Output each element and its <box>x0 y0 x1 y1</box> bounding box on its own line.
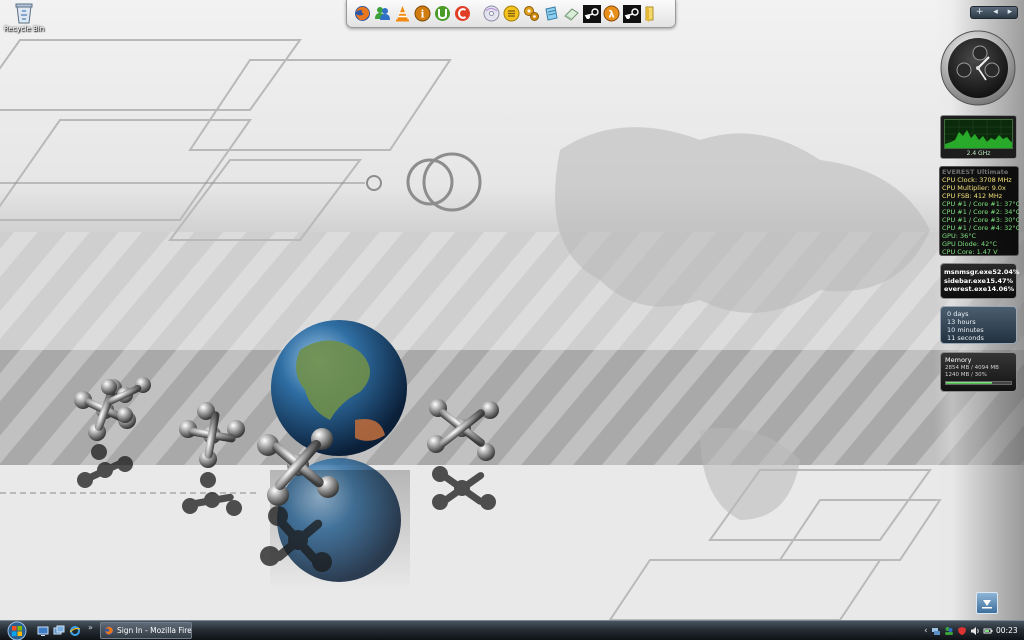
eraser-icon[interactable] <box>562 3 581 24</box>
uptime-seconds: 11 seconds <box>947 334 984 342</box>
cpu-meter-gadget[interactable]: 2.4 GHz <box>940 115 1017 159</box>
cpu-frequency-label: 2.4 GHz <box>966 150 991 157</box>
menu-icon[interactable] <box>502 3 521 24</box>
process-name: everest.exe <box>944 285 988 293</box>
top-processes-gadget[interactable]: msnmsgr.exe 52.04% sidebar.exe 15.47% ev… <box>940 263 1019 299</box>
everest-gadget[interactable]: EVEREST Ultimate CPU Clock: 3708 MHz CPU … <box>939 166 1021 256</box>
everest-sensor-line: CPU #1 / Core #1: 37°C <box>942 200 1021 208</box>
switch-windows-icon[interactable] <box>52 625 65 638</box>
process-row: sidebar.exe 15.47% <box>944 277 1013 286</box>
recycle-bin-icon <box>15 3 33 24</box>
folder-icon[interactable] <box>642 3 661 24</box>
process-percent: 15.47% <box>985 276 1014 285</box>
uptime-gadget[interactable]: 0 days 13 hours 10 minutes 11 seconds <box>940 306 1017 344</box>
internet-explorer-icon[interactable] <box>68 625 81 638</box>
everest-title: EVEREST Ultimate <box>942 168 1009 176</box>
quick-launch <box>36 624 81 638</box>
clock-gadget[interactable] <box>940 30 1016 106</box>
memory-title: Memory <box>945 356 972 364</box>
process-row: msnmsgr.exe 52.04% <box>944 268 1019 277</box>
shield-tray-icon[interactable] <box>957 626 967 636</box>
cpu-graph-screen <box>944 119 1013 149</box>
uptime-days: 0 days <box>947 310 969 318</box>
messenger-icon[interactable] <box>373 3 392 24</box>
everest-sensor-line: CPU #1 / Core #3: 30°C <box>942 216 1021 224</box>
process-name: msnmsgr.exe <box>944 268 993 276</box>
memory-usage-bar <box>945 381 1012 385</box>
next-gadget-button[interactable]: ▸ <box>1008 7 1013 18</box>
everest-sensor-line: CPU Core: 1.47 V <box>942 248 998 256</box>
memory-usage-fill <box>946 382 992 384</box>
uptime-minutes: 10 minutes <box>947 326 984 334</box>
info-icon[interactable]: i <box>413 3 432 24</box>
everest-sensor-line: GPU Diode: 42°C <box>942 240 998 248</box>
wallpaper <box>0 39 1024 620</box>
half-life-icon[interactable]: λ <box>602 3 621 24</box>
process-name: sidebar.exe <box>944 276 986 285</box>
system-tray: ‹ <box>924 621 993 640</box>
vlc-icon[interactable] <box>393 3 412 24</box>
add-gadget-button[interactable]: + <box>976 7 984 18</box>
prev-gadget-button[interactable]: ◂ <box>993 7 998 18</box>
sidebar-download-button[interactable] <box>976 592 998 614</box>
firefox-icon[interactable] <box>353 3 372 24</box>
taskbar-button-firefox[interactable]: Sign In - Mozilla Fire... <box>100 622 192 639</box>
dvd-icon[interactable] <box>482 3 501 24</box>
sidebar-controls: + ◂ ▸ <box>970 6 1018 19</box>
everest-sensor-line: CPU Multiplier: 9.0x <box>942 184 1006 192</box>
everest-sensor-line: GPU: 36°C <box>942 232 977 240</box>
cpu-usage-graph <box>945 120 1012 148</box>
utorrent-icon[interactable] <box>433 3 452 24</box>
svg-text:i: i <box>421 10 425 21</box>
windows-orb-icon <box>7 621 27 640</box>
svg-text:λ: λ <box>608 10 615 21</box>
start-button[interactable] <box>4 621 30 640</box>
speaker-icon[interactable] <box>970 626 980 636</box>
everest-sensor-line: CPU Clock: 3708 MHz <box>942 176 1012 184</box>
everest-sensor-line: CPU FSB: 412 MHz <box>942 192 1003 200</box>
everest-sensor-line: CPU #1 / Core #4: 32°C <box>942 224 1021 232</box>
dock: i λ <box>346 0 676 28</box>
memory-physical: 2854 MB / 4094 MB <box>945 365 999 371</box>
taskbar-clock[interactable]: 00:23 <box>996 626 1018 635</box>
download-arrow-icon <box>982 600 992 609</box>
memory-gadget[interactable]: Memory 2854 MB / 4094 MB 1240 MB / 30% <box>940 352 1017 392</box>
steam-icon-2[interactable] <box>622 3 641 24</box>
steam-icon[interactable] <box>582 3 601 24</box>
analog-clock-icon <box>940 30 1016 106</box>
everest-lines: CPU Clock: 3708 MHz CPU Multiplier: 9.0x C… <box>942 176 1021 256</box>
gears-icon[interactable] <box>522 3 541 24</box>
process-row: everest.exe 14.06% <box>944 285 1015 294</box>
taskbar: » Sign In - Mozilla Fire... ‹ 00:23 <box>0 620 1024 640</box>
firefox-icon <box>104 626 114 635</box>
memory-virtual: 1240 MB / 30% <box>945 372 987 378</box>
process-percent: 52.04% <box>992 268 1020 276</box>
everest-sensor-line: CPU #1 / Core #2: 34°C <box>942 208 1021 216</box>
desktop[interactable]: Recycle Bin <box>0 0 1024 620</box>
recycle-bin[interactable]: Recycle Bin <box>2 2 46 33</box>
taskbar-button-label: Sign In - Mozilla Fire... <box>116 626 191 635</box>
process-percent: 14.06% <box>987 285 1015 293</box>
power-icon[interactable] <box>983 626 993 636</box>
notepad-icon[interactable] <box>542 3 561 24</box>
uptime-hours: 13 hours <box>947 318 976 326</box>
network-icon[interactable] <box>931 626 941 636</box>
tray-expand-button[interactable]: ‹ <box>924 626 928 636</box>
messenger-tray-icon[interactable] <box>944 626 954 636</box>
recycle-bin-label: Recycle Bin <box>3 25 45 33</box>
ccleaner-icon[interactable] <box>453 3 472 24</box>
quick-launch-more[interactable]: » <box>88 623 93 632</box>
show-desktop-icon[interactable] <box>36 625 49 638</box>
